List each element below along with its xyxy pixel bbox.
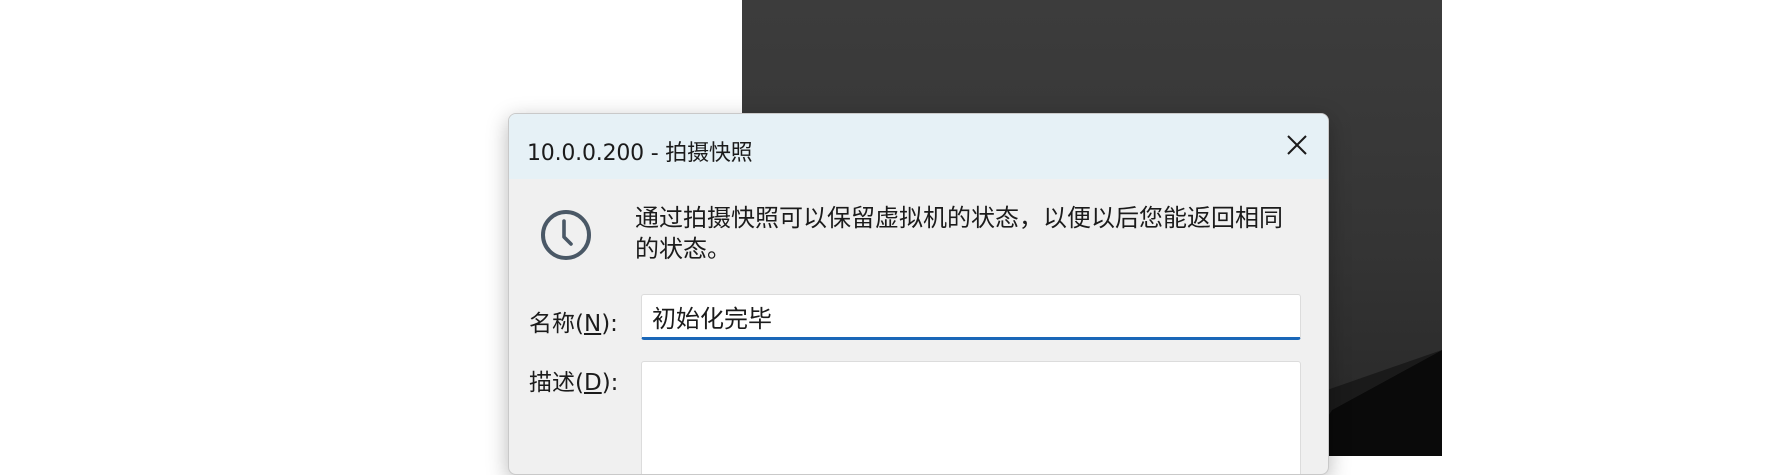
clock-icon [541, 210, 591, 260]
name-mnemonic: N [583, 311, 602, 337]
description-mnemonic: D [583, 370, 602, 396]
description-label-text: 描述 [529, 370, 575, 396]
name-label-text: 名称 [529, 311, 575, 337]
snapshot-info-text: 通过拍摄快照可以保留虚拟机的状态，以便以后您能返回相同的状态。 [635, 204, 1283, 263]
snapshot-name-input[interactable] [641, 294, 1301, 340]
close-button[interactable] [1262, 114, 1328, 172]
close-icon [1287, 135, 1307, 155]
description-label: 描述(D): [529, 370, 619, 396]
snapshot-description-input[interactable] [641, 361, 1301, 474]
dialog-title: 10.0.0.200 - 拍摄快照 [527, 141, 753, 166]
take-snapshot-dialog: 10.0.0.200 - 拍摄快照 通过拍摄快照可以保留虚拟机的状态，以便以后您… [508, 113, 1329, 475]
name-label: 名称(N): [529, 311, 618, 337]
dialog-title-bar: 10.0.0.200 - 拍摄快照 [509, 114, 1328, 179]
